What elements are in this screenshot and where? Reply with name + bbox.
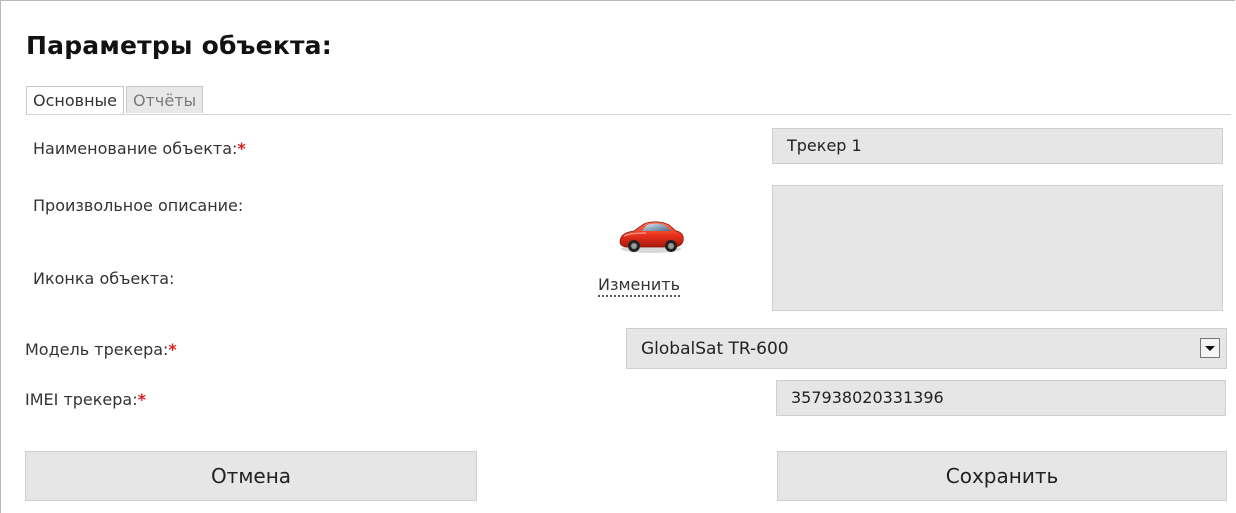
tab-reports[interactable]: Отчёты bbox=[126, 86, 204, 113]
object-name-label-text: Наименование объекта: bbox=[33, 139, 238, 158]
object-name-input[interactable]: Трекер 1 bbox=[772, 128, 1223, 164]
save-button[interactable]: Сохранить bbox=[777, 451, 1227, 501]
object-name-value: Трекер 1 bbox=[787, 136, 862, 155]
object-parameters-panel: Параметры объекта: Основные Отчёты Наиме… bbox=[0, 0, 1235, 513]
description-textarea[interactable] bbox=[772, 185, 1223, 311]
tracker-model-select[interactable]: GlobalSat TR-600 bbox=[626, 328, 1227, 369]
required-mark: * bbox=[137, 390, 146, 409]
page-title: Параметры объекта: bbox=[26, 31, 332, 60]
description-label: Произвольное описание: bbox=[33, 196, 244, 215]
tracker-model-label: Модель трекера:* bbox=[25, 340, 177, 359]
imei-label-text: IMEI трекера: bbox=[25, 390, 138, 409]
tab-divider bbox=[26, 114, 1231, 115]
tab-bar: Основные Отчёты bbox=[26, 86, 205, 115]
tracker-model-value: GlobalSat TR-600 bbox=[641, 339, 789, 359]
icon-label: Иконка объекта: bbox=[33, 269, 175, 288]
object-name-label: Наименование объекта:* bbox=[33, 139, 246, 158]
imei-label: IMEI трекера:* bbox=[25, 390, 146, 409]
cancel-button[interactable]: Отмена bbox=[25, 451, 477, 501]
imei-input[interactable]: 357938020331396 bbox=[776, 380, 1226, 416]
imei-value: 357938020331396 bbox=[791, 388, 944, 407]
required-mark: * bbox=[168, 340, 177, 359]
chevron-down-icon[interactable] bbox=[1200, 338, 1220, 358]
tracker-model-label-text: Модель трекера: bbox=[25, 340, 169, 359]
change-icon-link[interactable]: Изменить bbox=[598, 275, 680, 297]
car-icon bbox=[619, 221, 684, 253]
required-mark: * bbox=[237, 139, 246, 158]
tab-main[interactable]: Основные bbox=[26, 86, 125, 115]
